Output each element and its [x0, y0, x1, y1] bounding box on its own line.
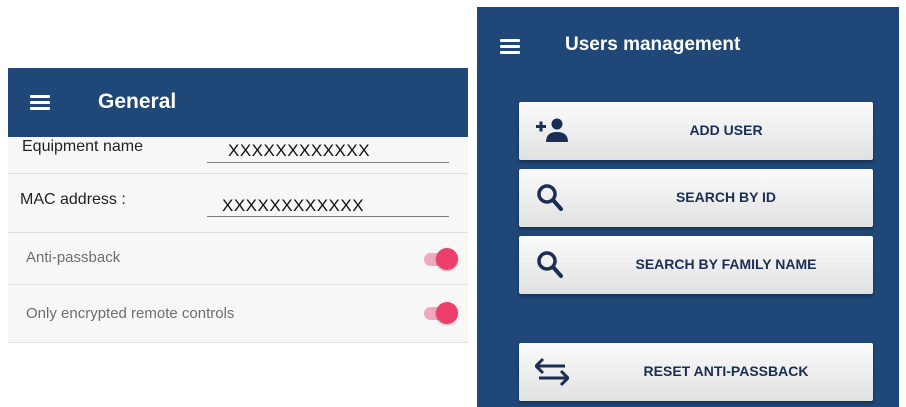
equipment-name-label: Equipment name: [22, 138, 143, 155]
menu-icon[interactable]: [30, 95, 50, 111]
equipment-name-field[interactable]: XXXXXXXXXXXX: [228, 141, 370, 161]
equipment-name-row: Equipment name XXXXXXXXXXXX: [8, 137, 468, 174]
menu-icon[interactable]: [500, 39, 520, 55]
encrypted-remotes-row: Only encrypted remote controls: [8, 285, 468, 343]
search-icon: [537, 251, 563, 278]
mac-address-underline: [207, 216, 449, 217]
anti-passback-toggle[interactable]: [422, 247, 458, 271]
encrypted-remotes-toggle[interactable]: [422, 301, 458, 325]
add-user-button[interactable]: ADD USER: [519, 102, 873, 160]
mac-address-row: MAC address : XXXXXXXXXXXX: [8, 174, 468, 233]
anti-passback-row: Anti-passback: [8, 233, 468, 285]
mac-address-field[interactable]: XXXXXXXXXXXX: [222, 196, 364, 216]
users-title: Users management: [565, 34, 741, 55]
general-settings-panel: General Equipment name XXXXXXXXXXXX MAC …: [8, 68, 468, 343]
general-app-bar: General: [8, 68, 468, 137]
add-user-label: ADD USER: [689, 122, 763, 138]
anti-passback-label: Anti-passback: [26, 249, 121, 266]
toggle-thumb: [436, 248, 458, 270]
reset-anti-passback-button[interactable]: RESET ANTI-PASSBACK: [519, 343, 873, 401]
add-user-icon: [536, 118, 568, 142]
swap-arrows-icon: [535, 357, 569, 387]
search-by-family-name-button[interactable]: SEARCH BY FAMILY NAME: [519, 236, 873, 294]
encrypted-remotes-label: Only encrypted remote controls: [26, 305, 235, 322]
search-by-id-button[interactable]: SEARCH BY ID: [519, 169, 873, 227]
general-title: General: [98, 90, 177, 113]
mac-address-label: MAC address :: [20, 191, 126, 208]
toggle-thumb: [436, 302, 458, 324]
search-by-family-name-label: SEARCH BY FAMILY NAME: [635, 256, 817, 272]
reset-anti-passback-label: RESET ANTI-PASSBACK: [643, 363, 809, 379]
users-management-panel: Users management ADD USER SEARCH BY ID S…: [477, 7, 899, 407]
search-icon: [537, 184, 563, 211]
search-by-id-label: SEARCH BY ID: [675, 189, 777, 205]
equipment-name-underline: [207, 162, 449, 163]
